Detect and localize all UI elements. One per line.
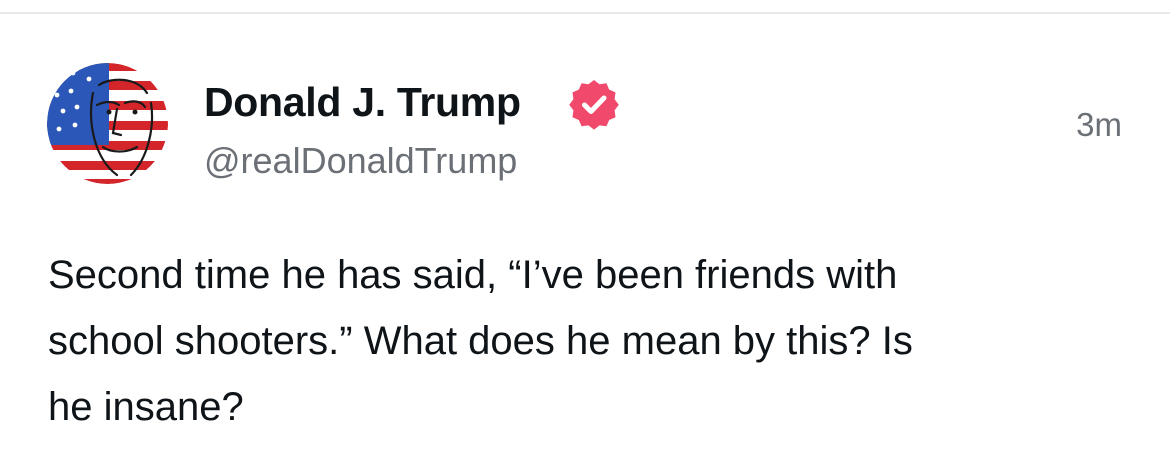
verified-badge-icon (569, 80, 619, 130)
post-timestamp[interactable]: 3m (1076, 105, 1122, 145)
author-display-name[interactable]: Donald J. Trump (204, 78, 521, 126)
post-card[interactable]: Donald J. Trump @realDonaldTrump 3m Seco… (0, 14, 1170, 465)
avatar[interactable] (47, 63, 168, 184)
author-handle[interactable]: @realDonaldTrump (204, 138, 517, 184)
avatar-flag-portrait-icon (47, 63, 168, 184)
post-body-text: Second time he has said, “I’ve been frie… (48, 253, 913, 429)
